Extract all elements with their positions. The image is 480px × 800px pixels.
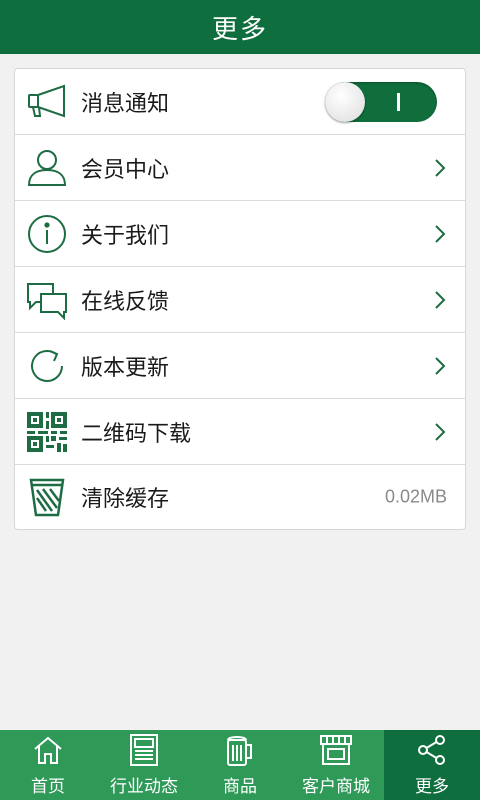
chevron-right-icon xyxy=(435,158,446,177)
chevron-right-icon xyxy=(435,290,446,309)
storefront-icon xyxy=(318,732,354,768)
clear-cache-row[interactable]: 清除缓存 0.02MB xyxy=(15,465,465,529)
tab-products[interactable]: 商品 xyxy=(192,730,288,800)
cache-size-value: 0.02MB xyxy=(384,486,447,507)
notifications-row: 消息通知 xyxy=(15,69,465,135)
settings-list: 消息通知 会员中心 关于我们 在线反馈 版本更新 二维码下载 清除缓存 0.02… xyxy=(14,68,466,530)
megaphone-icon xyxy=(23,78,71,126)
chevron-right-icon xyxy=(435,356,446,375)
about-us-row[interactable]: 关于我们 xyxy=(15,201,465,267)
version-update-row[interactable]: 版本更新 xyxy=(15,333,465,399)
tab-home[interactable]: 首页 xyxy=(0,730,96,800)
tab-label: 首页 xyxy=(31,777,65,797)
trash-icon xyxy=(23,473,71,521)
qr-download-row[interactable]: 二维码下载 xyxy=(15,399,465,465)
qr-download-label: 二维码下载 xyxy=(81,421,192,447)
member-center-label: 会员中心 xyxy=(81,157,170,183)
qr-code-icon xyxy=(23,408,71,456)
about-us-label: 关于我们 xyxy=(81,223,170,249)
notifications-label: 消息通知 xyxy=(81,91,170,117)
home-icon xyxy=(30,732,66,768)
toggle-knob[interactable] xyxy=(325,81,365,122)
bottom-tab-bar: 首页 行业动态 商品 客户商城 更多 xyxy=(0,730,480,800)
tab-label: 行业动态 xyxy=(110,777,178,797)
tab-label: 更多 xyxy=(415,777,449,797)
feedback-label: 在线反馈 xyxy=(81,289,170,315)
newspaper-icon xyxy=(126,732,162,768)
page-title: 更多 xyxy=(0,0,480,54)
share-icon xyxy=(414,732,450,768)
chevron-right-icon xyxy=(435,224,446,243)
tab-customer-mall[interactable]: 客户商城 xyxy=(288,730,384,800)
clear-cache-label: 清除缓存 xyxy=(81,487,170,512)
chat-icon xyxy=(23,276,71,324)
tab-industry-news[interactable]: 行业动态 xyxy=(96,730,192,800)
refresh-icon xyxy=(23,342,71,390)
version-update-label: 版本更新 xyxy=(81,355,170,381)
tab-label: 客户商城 xyxy=(302,777,370,797)
beer-mug-icon xyxy=(222,732,258,768)
feedback-row[interactable]: 在线反馈 xyxy=(15,267,465,333)
tab-more[interactable]: 更多 xyxy=(384,730,480,800)
info-icon xyxy=(23,210,71,258)
tab-label: 商品 xyxy=(223,777,257,797)
member-center-row[interactable]: 会员中心 xyxy=(15,135,465,201)
notifications-toggle[interactable] xyxy=(325,81,437,122)
chevron-right-icon xyxy=(435,422,446,441)
user-icon xyxy=(23,144,71,192)
toggle-on-mark xyxy=(397,92,400,111)
